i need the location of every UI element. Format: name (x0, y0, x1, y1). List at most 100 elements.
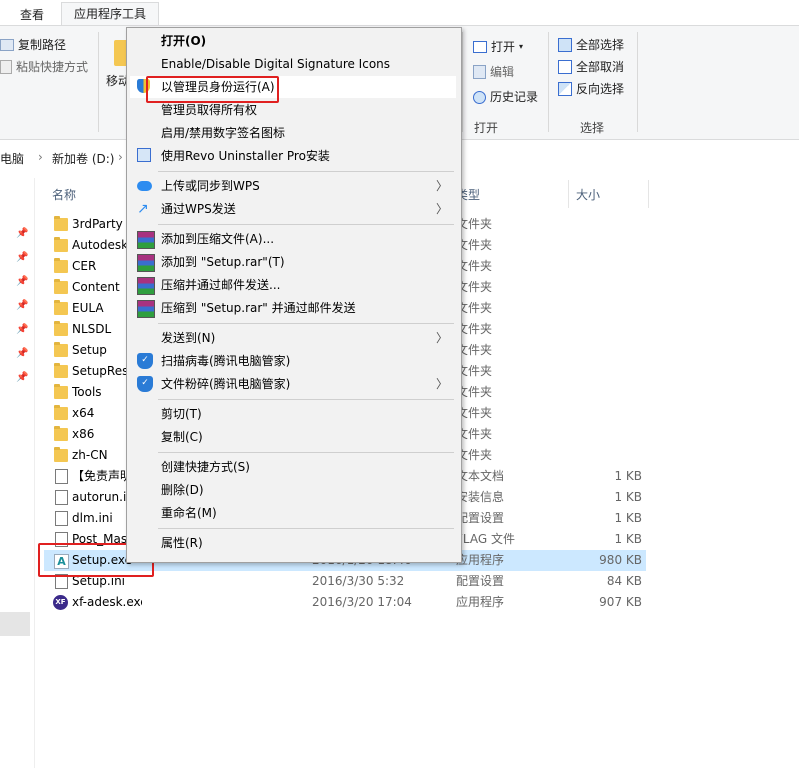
breadcrumb-chevron-icon: › (118, 150, 123, 164)
cloud-icon (137, 181, 152, 191)
menu-separator (158, 452, 454, 453)
nav-selected-item[interactable] (0, 612, 30, 636)
paste-shortcut-button[interactable]: 粘贴快捷方式 (0, 56, 88, 78)
select-none-icon (558, 60, 572, 74)
tencent-shield-icon: ✓ (137, 353, 153, 369)
menu-label: 剪切(T) (161, 407, 202, 421)
select-none-button[interactable]: 全部取消 (558, 56, 624, 78)
winrar-icon (137, 300, 155, 318)
folder-icon (54, 447, 68, 462)
file-row[interactable]: XF xf-adesk.exe 2016/3/20 17:04 应用程序 907 KB (44, 592, 646, 613)
menu-item-copy[interactable]: 复制(C) (130, 426, 456, 448)
tencent-shield-icon: ✓ (137, 376, 153, 392)
column-header-size[interactable]: 大小 (576, 185, 600, 205)
menu-item-wps-send[interactable]: ↗ 通过WPS发送 〉 (130, 198, 456, 220)
menu-item-properties[interactable]: 属性(R) (130, 532, 456, 554)
breadcrumb-this-pc[interactable]: 电脑 (0, 150, 24, 167)
menu-item-create-shortcut[interactable]: 创建快捷方式(S) (130, 456, 456, 478)
select-group-label: 选择 (580, 121, 605, 135)
open-label: 打开 (491, 40, 516, 54)
menu-item-cut[interactable]: 剪切(T) (130, 403, 456, 425)
history-label: 历史记录 (490, 90, 539, 104)
folder-icon (54, 300, 68, 315)
menu-item-compress-email[interactable]: 压缩并通过邮件发送... (130, 274, 456, 296)
settings-file-icon (55, 511, 68, 526)
navigation-pane (0, 178, 35, 768)
pin-icon: 📌 (16, 276, 29, 287)
context-menu: 打开(O) Enable/Disable Digital Signature I… (126, 27, 462, 563)
file-size: 1 KB (614, 511, 642, 525)
pin-icon: 📌 (16, 228, 29, 239)
winrar-icon (137, 277, 155, 295)
file-size: 1 KB (614, 532, 642, 546)
menu-label: 扫描病毒(腾讯电脑管家) (161, 354, 291, 368)
select-all-button[interactable]: 全部选择 (558, 34, 624, 56)
invert-selection-icon (558, 82, 572, 96)
menu-label: 添加到压缩文件(A)... (161, 232, 275, 246)
menu-item-digital-signature[interactable]: Enable/Disable Digital Signature Icons (130, 53, 456, 75)
file-type: 应用程序 (456, 553, 505, 567)
file-type: 文件夹 (456, 364, 493, 378)
menu-item-revo-install[interactable]: 使用Revo Uninstaller Pro安装 (130, 145, 456, 167)
revo-uninstaller-icon (137, 148, 151, 162)
folder-icon (54, 384, 68, 399)
submenu-arrow-icon: 〉 (435, 377, 448, 391)
menu-label: 重命名(M) (161, 506, 217, 520)
file-type: 文件夹 (456, 280, 493, 294)
pin-icon: 📌 (16, 300, 29, 311)
file-size: 84 KB (606, 574, 642, 588)
edit-icon (473, 65, 486, 79)
column-divider[interactable] (648, 180, 649, 208)
menu-item-scan-virus[interactable]: ✓ 扫描病毒(腾讯电脑管家) (130, 350, 456, 372)
tab-view[interactable]: 查看 (20, 4, 44, 26)
menu-item-wps-upload[interactable]: 上传或同步到WPS 〉 (130, 175, 456, 197)
folder-icon (54, 237, 68, 252)
file-type: 文件夹 (456, 259, 493, 273)
menu-item-open[interactable]: 打开(O) (130, 30, 456, 52)
pin-icon: 📌 (16, 348, 29, 359)
invert-selection-button[interactable]: 反向选择 (558, 78, 624, 100)
file-size: 1 KB (614, 490, 642, 504)
file-type: 配置设置 (456, 574, 505, 588)
menu-label: 文件粉碎(腾讯电脑管家) (161, 377, 291, 391)
menu-item-rename[interactable]: 重命名(M) (130, 502, 456, 524)
menu-item-toggle-signature[interactable]: 启用/禁用数字签名图标 (130, 122, 456, 144)
history-icon (473, 90, 486, 104)
open-button[interactable]: 打开 ▾ (473, 36, 523, 58)
file-type: 应用程序 (456, 595, 505, 609)
file-size: 1 KB (614, 469, 642, 483)
menu-label: 打开(O) (161, 34, 207, 48)
highlight-box (146, 76, 279, 103)
menu-label: 使用Revo Uninstaller Pro安装 (161, 149, 330, 163)
copy-path-button[interactable]: 复制路径 (0, 34, 66, 56)
tab-application-tools[interactable]: 应用程序工具 (61, 2, 160, 26)
pin-icon: 📌 (16, 372, 29, 383)
folder-icon (54, 216, 68, 231)
menu-label: 复制(C) (161, 430, 203, 444)
file-type: 文件夹 (456, 301, 493, 315)
ribbon-divider (98, 32, 99, 132)
pin-icon: 📌 (16, 252, 29, 263)
copy-path-label: 复制路径 (18, 38, 67, 52)
menu-label: 通过WPS发送 (161, 202, 236, 216)
breadcrumb-drive[interactable]: 新加卷 (D:) (52, 150, 114, 167)
paste-shortcut-label: 粘贴快捷方式 (16, 60, 89, 74)
menu-label: 压缩并通过邮件发送... (161, 278, 281, 292)
menu-item-add-setup-rar[interactable]: 添加到 "Setup.rar"(T) (130, 251, 456, 273)
menu-item-compress-setup-email[interactable]: 压缩到 "Setup.rar" 并通过邮件发送 (130, 297, 456, 319)
share-icon: ↗ (137, 201, 149, 217)
column-divider[interactable] (568, 180, 569, 208)
menu-item-send-to[interactable]: 发送到(N) 〉 (130, 327, 456, 349)
menu-item-add-archive[interactable]: 添加到压缩文件(A)... (130, 228, 456, 250)
file-type: 配置设置 (456, 511, 505, 525)
menu-item-shred[interactable]: ✓ 文件粉碎(腾讯电脑管家) 〉 (130, 373, 456, 395)
history-button[interactable]: 历史记录 (473, 86, 538, 108)
column-header-name[interactable]: 名称 (52, 185, 76, 205)
file-type: 文件夹 (456, 217, 493, 231)
open-group-label: 打开 (474, 121, 499, 135)
menu-separator (158, 224, 454, 225)
ribbon-divider (462, 32, 463, 132)
menu-item-delete[interactable]: 删除(D) (130, 479, 456, 501)
folder-icon (54, 279, 68, 294)
edit-button[interactable]: 编辑 (473, 61, 514, 83)
